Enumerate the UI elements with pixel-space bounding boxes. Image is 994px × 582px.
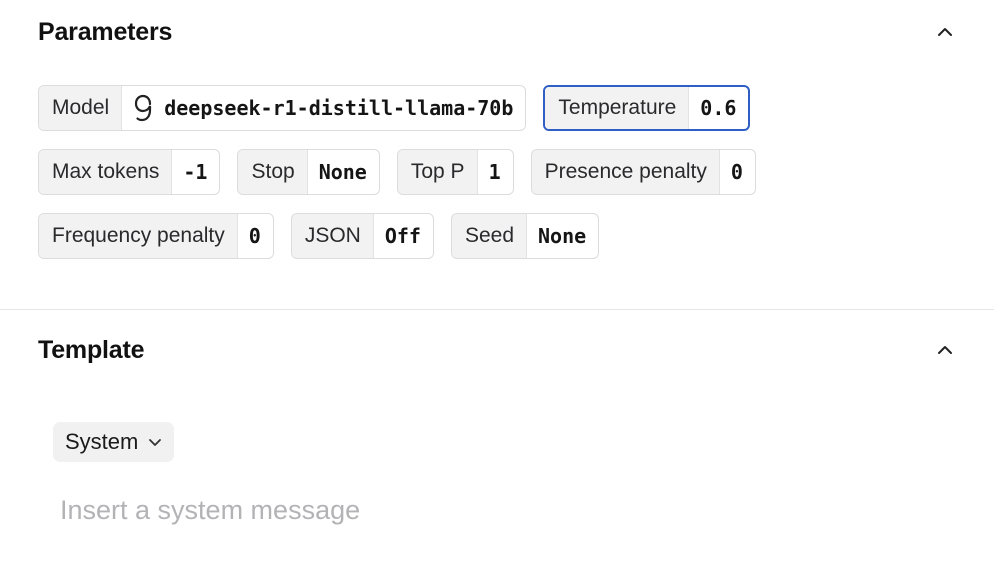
role-select-label: System <box>65 429 139 454</box>
parameters-section: Parameters Model deepseek-r1-distill-lla… <box>0 0 994 310</box>
template-header: Template <box>38 332 956 368</box>
presence-penalty-value: 0 <box>730 160 743 184</box>
temperature-label: Temperature <box>545 87 690 129</box>
frequency-penalty-chip[interactable]: Frequency penalty 0 <box>38 213 274 259</box>
top-p-label: Top P <box>397 150 478 194</box>
top-p-chip[interactable]: Top P 1 <box>396 149 514 195</box>
top-p-value: 1 <box>488 160 501 184</box>
model-value: deepseek-r1-distill-llama-70b <box>164 96 514 120</box>
max-tokens-label: Max tokens <box>39 150 173 194</box>
json-value: Off <box>384 224 421 248</box>
parameters-collapse-button[interactable] <box>931 18 959 46</box>
parameter-row-2: Max tokens -1 Stop None Top P 1 Presence… <box>38 149 756 195</box>
json-chip[interactable]: JSON Off <box>290 213 434 259</box>
parameter-row-3: Frequency penalty 0 JSON Off Seed None <box>38 213 756 259</box>
max-tokens-value: -1 <box>183 160 208 184</box>
temperature-value: 0.6 <box>700 96 737 120</box>
seed-label: Seed <box>451 214 528 258</box>
chevron-up-icon <box>938 28 952 36</box>
model-label: Model <box>39 86 123 130</box>
seed-chip[interactable]: Seed None <box>450 213 600 259</box>
frequency-penalty-value: 0 <box>248 224 261 248</box>
role-select[interactable]: System <box>53 422 175 462</box>
frequency-penalty-label: Frequency penalty <box>39 214 238 258</box>
temperature-chip[interactable]: Temperature 0.6 <box>543 85 751 131</box>
presence-penalty-chip[interactable]: Presence penalty 0 <box>530 149 756 195</box>
model-value-wrap: deepseek-r1-distill-llama-70b <box>122 86 525 130</box>
parameters-header: Parameters <box>38 14 956 50</box>
chevron-down-icon <box>149 439 162 446</box>
model-chip[interactable]: Model deepseek-r1-distill-llama-70b <box>38 85 527 131</box>
parameter-chips: Model deepseek-r1-distill-llama-70b Temp… <box>38 85 756 277</box>
system-message-input[interactable] <box>60 488 940 532</box>
chevron-up-icon <box>938 346 952 354</box>
parameter-row-1: Model deepseek-r1-distill-llama-70b Temp… <box>38 85 756 131</box>
parameters-title: Parameters <box>38 17 173 46</box>
stop-label: Stop <box>238 150 308 194</box>
stop-value: None <box>318 160 367 184</box>
template-title: Template <box>38 335 145 364</box>
max-tokens-chip[interactable]: Max tokens -1 <box>38 149 221 195</box>
seed-value: None <box>538 224 587 248</box>
json-label: JSON <box>291 214 374 258</box>
presence-penalty-label: Presence penalty <box>531 150 720 194</box>
deepseek-model-icon <box>133 93 155 123</box>
template-collapse-button[interactable] <box>931 336 959 364</box>
stop-chip[interactable]: Stop None <box>237 149 380 195</box>
